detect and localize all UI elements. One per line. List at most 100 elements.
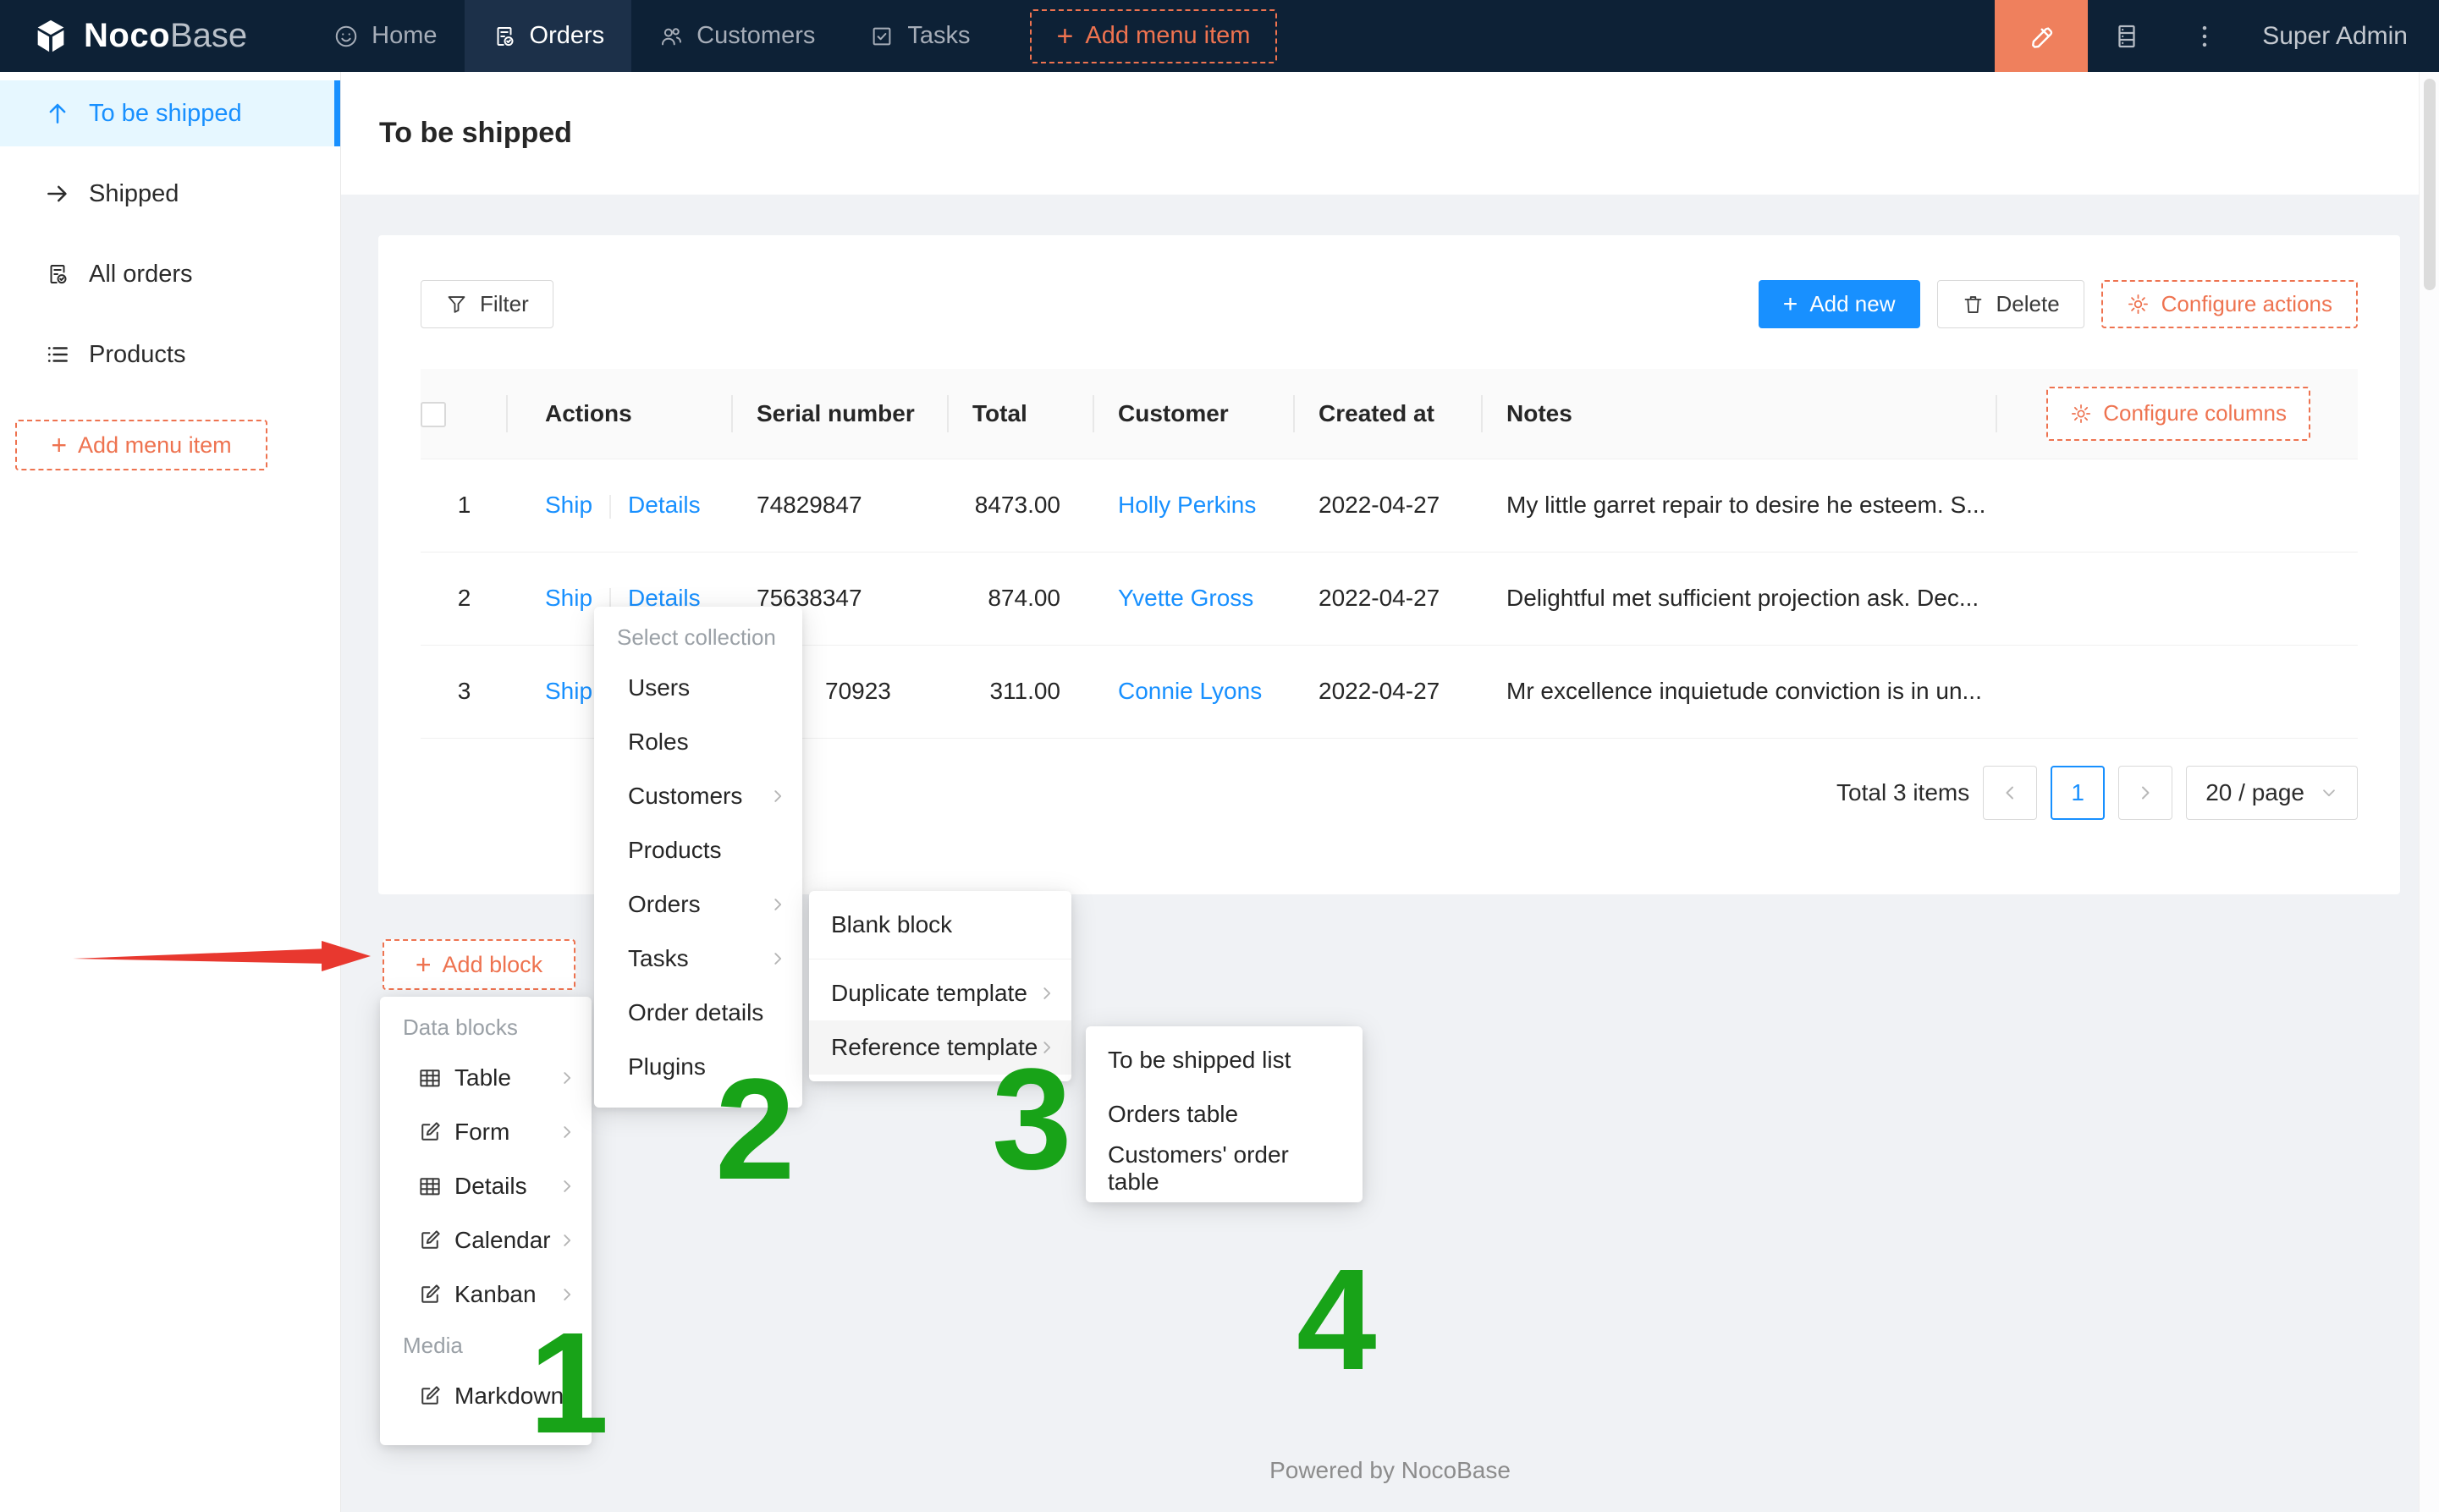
menu-item-users[interactable]: Users: [594, 661, 802, 715]
nocobase-logo: NocoBase: [0, 17, 247, 56]
people-icon: [658, 24, 684, 49]
delete-button[interactable]: Delete: [1937, 280, 2084, 328]
add-new-label: Add new: [1809, 291, 1895, 317]
chevron-right-icon: [768, 895, 787, 914]
sidebar-item-shipped[interactable]: Shipped: [0, 161, 340, 227]
sidebar-item-products[interactable]: Products: [0, 322, 340, 388]
sidebar-item-to-be-shipped[interactable]: To be shipped: [0, 80, 340, 146]
menu-item-customers-order-table[interactable]: Customers' order table: [1086, 1141, 1363, 1196]
add-block-label: Add block: [443, 952, 543, 978]
nav-item-home[interactable]: Home: [306, 0, 464, 72]
menu-item-label: Blank block: [831, 911, 952, 938]
column-header-actions: Actions: [508, 369, 733, 459]
customer-link[interactable]: Holly Perkins: [1118, 492, 1256, 518]
ship-link[interactable]: Ship: [545, 585, 592, 611]
chevron-right-icon: [558, 1285, 576, 1304]
details-link[interactable]: Details: [628, 492, 701, 518]
chevron-right-icon: [558, 1177, 576, 1196]
menu-item-customers[interactable]: Customers: [594, 769, 802, 823]
ship-link[interactable]: Ship: [545, 678, 592, 704]
chevron-down-icon: [2320, 783, 2338, 802]
row-index: 3: [421, 645, 508, 738]
pagination-prev-button[interactable]: [1983, 766, 2037, 820]
page-size-select[interactable]: 20 / page: [2186, 766, 2358, 820]
menu-item-label: Plugins: [628, 1053, 706, 1080]
page-header: To be shipped: [341, 72, 2439, 195]
notes-cell: Delightful met sufficient projection ask…: [1483, 552, 1997, 645]
pagination-next-button[interactable]: [2118, 766, 2172, 820]
menu-group-header: Select collection: [594, 613, 802, 661]
plugin-settings-button[interactable]: [2088, 0, 2166, 72]
nav-item-tasks[interactable]: Tasks: [842, 0, 997, 72]
menu-item-order-details[interactable]: Order details: [594, 986, 802, 1040]
menu-item-details[interactable]: Details: [380, 1159, 592, 1213]
scrollbar[interactable]: [2419, 72, 2439, 1512]
menu-item-products[interactable]: Products: [594, 823, 802, 877]
navbar-add-menu-item-button[interactable]: + Add menu item: [1030, 9, 1278, 63]
menu-item-label: Table: [454, 1064, 511, 1091]
chevron-left-icon: [2000, 783, 2020, 803]
created-at-cell: 2022-04-27: [1295, 459, 1483, 552]
table-row: 1 ShipDetails 74829847 8473.00 Holly Per…: [421, 459, 2358, 552]
chevron-right-icon: [2135, 783, 2155, 803]
row-index: 1: [421, 459, 508, 552]
sidebar-item-label: All orders: [89, 261, 193, 289]
menu-item-tasks[interactable]: Tasks: [594, 932, 802, 986]
add-block-button[interactable]: + Add block: [383, 939, 575, 990]
menu-item-orders[interactable]: Orders: [594, 877, 802, 932]
column-header-serial: Serial number: [733, 369, 949, 459]
created-at-cell: 2022-04-27: [1295, 645, 1483, 738]
menu-item-label: Customers: [628, 783, 742, 810]
ui-editor-button[interactable]: [1995, 0, 2088, 72]
chevron-right-icon: [1038, 984, 1056, 1003]
menu-item-duplicate-template[interactable]: Duplicate template: [809, 966, 1071, 1020]
menu-item-orders-table[interactable]: Orders table: [1086, 1087, 1363, 1141]
server-icon: [2112, 22, 2141, 51]
menu-item-form[interactable]: Form: [380, 1105, 592, 1159]
nav-item-label: Tasks: [907, 22, 970, 50]
select-all-checkbox[interactable]: [421, 402, 446, 427]
configure-columns-button[interactable]: Configure columns: [2046, 387, 2310, 441]
menu-item-blank-block[interactable]: Blank block: [809, 898, 1071, 952]
add-new-button[interactable]: + Add new: [1759, 280, 1920, 328]
ship-link[interactable]: Ship: [545, 492, 592, 518]
menu-item-label: Products: [628, 837, 722, 864]
chevron-right-icon: [768, 787, 787, 805]
more-menu-button[interactable]: [2166, 0, 2244, 72]
notes-cell: My little garret repair to desire he est…: [1483, 459, 1997, 552]
filter-button[interactable]: Filter: [421, 280, 553, 328]
column-header-total: Total: [949, 369, 1094, 459]
menu-item-table[interactable]: Table: [380, 1051, 592, 1105]
ellipsis-vertical-icon: [2190, 22, 2219, 51]
row-index: 2: [421, 552, 508, 645]
scrollbar-thumb[interactable]: [2424, 79, 2436, 290]
nav-item-orders[interactable]: Orders: [465, 0, 632, 72]
add-menu-item-label: Add menu item: [1085, 22, 1250, 50]
ordered-list-icon: [45, 342, 70, 367]
menu-item-to-be-shipped-list[interactable]: To be shipped list: [1086, 1033, 1363, 1087]
menu-item-label: Orders table: [1108, 1101, 1238, 1128]
menu-item-label: Details: [454, 1173, 527, 1200]
document-check-icon: [45, 261, 70, 287]
menu-item-calendar[interactable]: Calendar: [380, 1213, 592, 1267]
powered-by-footer: Powered by NocoBase: [341, 1457, 2439, 1484]
menu-item-label: Form: [454, 1119, 509, 1146]
chevron-right-icon: [558, 1069, 576, 1087]
nav-item-customers[interactable]: Customers: [631, 0, 842, 72]
customer-link[interactable]: Connie Lyons: [1118, 678, 1262, 704]
customer-link[interactable]: Yvette Gross: [1118, 585, 1253, 611]
total-cell: 8473.00: [949, 459, 1094, 552]
pagination-page-1[interactable]: 1: [2051, 766, 2105, 820]
sidebar-item-label: Products: [89, 341, 185, 369]
plus-icon: +: [416, 951, 432, 978]
sidebar-add-menu-item-button[interactable]: + Add menu item: [15, 420, 267, 470]
user-menu[interactable]: Super Admin: [2262, 22, 2408, 51]
sidebar: To be shipped Shipped All orders Product…: [0, 72, 341, 1512]
sidebar-item-all-orders[interactable]: All orders: [0, 241, 340, 307]
arrow-up-icon: [45, 101, 70, 126]
configure-actions-button[interactable]: Configure actions: [2101, 280, 2358, 328]
menu-item-roles[interactable]: Roles: [594, 715, 802, 769]
logo-text-base: Base: [170, 17, 247, 55]
page-title: To be shipped: [379, 117, 572, 150]
nav-item-label: Home: [372, 22, 437, 50]
